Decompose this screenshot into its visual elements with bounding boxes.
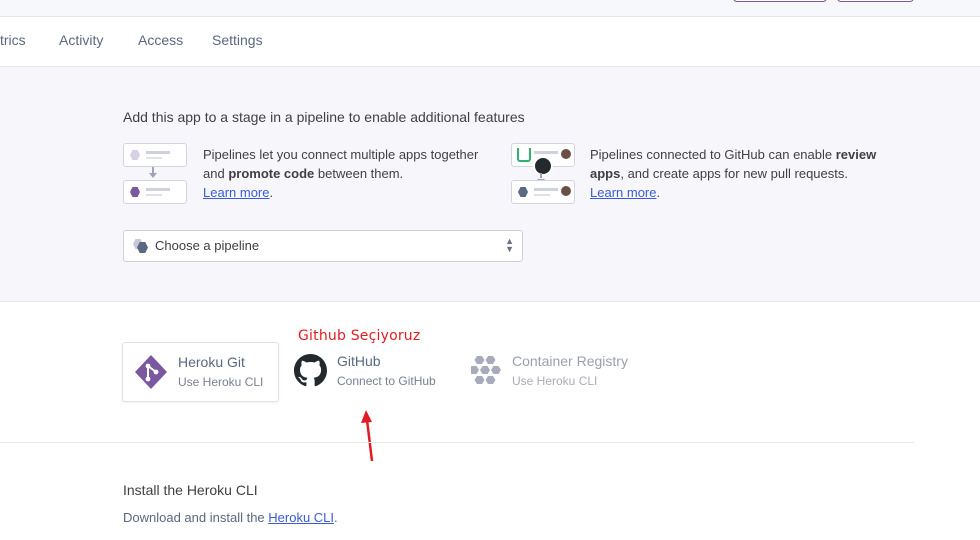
annotation-arrow bbox=[361, 410, 374, 462]
deploy-method-container-registry[interactable]: Container Registry Use Heroku CLI bbox=[470, 342, 650, 400]
app-header-strip bbox=[0, 0, 980, 17]
tab-activity[interactable]: Activity bbox=[59, 32, 103, 48]
learn-more-link[interactable]: Learn more bbox=[590, 185, 656, 200]
divider bbox=[0, 442, 914, 443]
pipeline-github-text: Pipelines connected to GitHub can enable… bbox=[590, 147, 877, 200]
container-registry-sub: Use Heroku CLI bbox=[512, 374, 598, 388]
pipeline-promote-illustration bbox=[123, 143, 187, 205]
heroku-cli-link[interactable]: Heroku CLI bbox=[268, 510, 334, 525]
heroku-git-sub: Use Heroku CLI bbox=[178, 375, 264, 389]
app-tabs: trics Activity Access Settings bbox=[0, 17, 980, 67]
container-registry-icon bbox=[471, 356, 501, 384]
github-sub: Connect to GitHub bbox=[337, 374, 436, 388]
github-icon bbox=[533, 156, 553, 176]
tab-access[interactable]: Access bbox=[138, 32, 183, 48]
avatar bbox=[561, 149, 571, 159]
github-name: GitHub bbox=[337, 353, 381, 369]
deployment-methods: Heroku Git Use Heroku CLI GitHub Connect… bbox=[0, 302, 980, 442]
github-icon bbox=[294, 354, 327, 387]
pipeline-github-illustration bbox=[511, 143, 575, 205]
header-button-2[interactable] bbox=[837, 0, 914, 2]
cli-title: Install the Heroku CLI bbox=[123, 482, 258, 498]
chevron-up-down-icon: ▲ ▼ bbox=[505, 236, 514, 254]
deploy-method-github[interactable]: GitHub Connect to GitHub bbox=[292, 342, 452, 400]
pipeline-title: Add this app to a stage in a pipeline to… bbox=[123, 109, 525, 125]
deploy-method-heroku-git[interactable]: Heroku Git Use Heroku CLI bbox=[122, 342, 279, 402]
pipeline-section: Add this app to a stage in a pipeline to… bbox=[0, 67, 980, 302]
heroku-git-name: Heroku Git bbox=[178, 354, 245, 370]
tab-settings[interactable]: Settings bbox=[212, 32, 263, 48]
avatar bbox=[561, 186, 571, 196]
tab-metrics[interactable]: trics bbox=[0, 32, 26, 48]
pull-request-icon bbox=[517, 148, 531, 162]
annotation-text: Github Seçiyoruz bbox=[298, 328, 421, 344]
pipeline-select[interactable]: Choose a pipeline ▲ ▼ bbox=[123, 230, 523, 262]
learn-more-link[interactable]: Learn more bbox=[203, 185, 269, 200]
cli-text: Download and install the Heroku CLI. bbox=[123, 510, 338, 525]
pipeline-select-value: Choose a pipeline bbox=[155, 238, 260, 253]
container-registry-name: Container Registry bbox=[512, 353, 628, 369]
pipeline-promote-text: Pipelines let you connect multiple apps … bbox=[203, 147, 479, 200]
header-button-1[interactable] bbox=[733, 0, 827, 2]
pipeline-icon bbox=[133, 239, 148, 253]
heroku-git-icon bbox=[135, 355, 167, 389]
